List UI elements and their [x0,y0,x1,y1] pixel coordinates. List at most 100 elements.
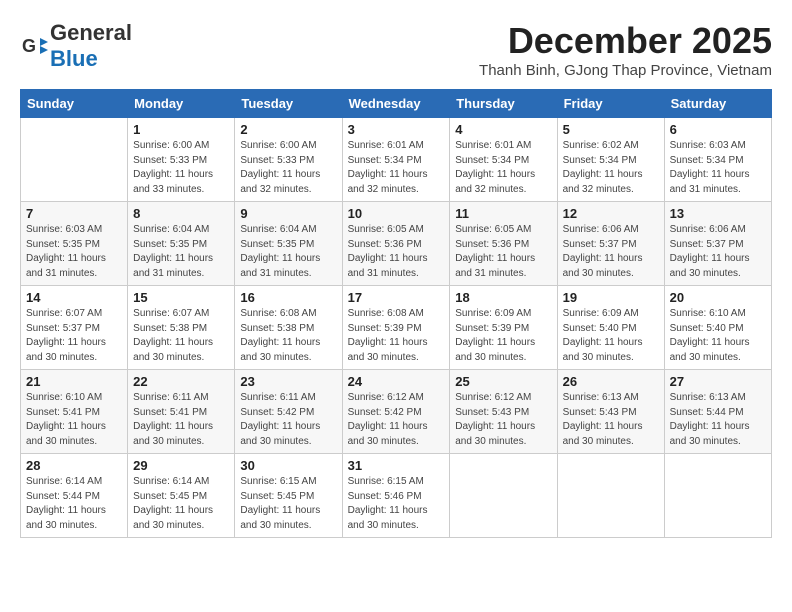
day-info: Sunrise: 6:06 AM Sunset: 5:37 PM Dayligh… [563,223,659,281]
day-number: 11 [455,206,551,221]
calendar-day-cell: 13Sunrise: 6:06 AM Sunset: 5:37 PM Dayli… [664,202,771,286]
calendar-week-row: 14 Sunrise: 6:07 AM Sunset: 5:37 PM Dayli… [21,286,772,370]
svg-text:G: G [22,36,36,56]
calendar-day-cell: 29Sunrise: 6:14 AM Sunset: 5:45 PM Dayli… [128,454,235,538]
day-number: 17 [348,290,445,305]
calendar-header-row: SundayMondayTuesdayWednesdayThursdayFrid… [21,90,772,118]
calendar-body: 1 Sunrise: 6:00 AM Sunset: 5:33 PM Daylig… [21,118,772,538]
day-info: Sunrise: 6:08 AM Sunset: 5:39 PM Dayligh… [348,307,445,365]
calendar-day-cell: 19 Sunrise: 6:09 AM Sunset: 5:40 PM Dayli… [557,286,664,370]
calendar-day-cell: 22 Sunrise: 6:11 AM Sunset: 5:41 PM Dayli… [128,370,235,454]
title-block: December 2025 Thanh Binh, GJong Thap Pro… [479,20,772,79]
calendar-day-cell: 15 Sunrise: 6:07 AM Sunset: 5:38 PM Dayli… [128,286,235,370]
calendar-day-cell: 12 Sunrise: 6:06 AM Sunset: 5:37 PM Dayli… [557,202,664,286]
calendar-day-cell: 4 Sunrise: 6:01 AM Sunset: 5:34 PM Daylig… [450,118,557,202]
page-header: G General Blue December 2025 Thanh Binh,… [20,20,772,79]
day-info: Sunrise: 6:10 AM Sunset: 5:40 PM Dayligh… [670,307,766,365]
day-info: Sunrise: 6:13 AM Sunset: 5:43 PM Dayligh… [563,391,659,449]
calendar-day-cell: 2 Sunrise: 6:00 AM Sunset: 5:33 PM Daylig… [235,118,342,202]
calendar-header-cell: Thursday [450,90,557,118]
calendar-day-cell: 23 Sunrise: 6:11 AM Sunset: 5:42 PM Dayli… [235,370,342,454]
day-info: Sunrise: 6:05 AM Sunset: 5:36 PM Dayligh… [348,223,445,281]
calendar-week-row: 1 Sunrise: 6:00 AM Sunset: 5:33 PM Daylig… [21,118,772,202]
day-number: 22 [133,374,229,389]
calendar-day-cell: 1 Sunrise: 6:00 AM Sunset: 5:33 PM Daylig… [128,118,235,202]
month-title: December 2025 [479,20,772,62]
calendar-day-cell [21,118,128,202]
calendar-day-cell: 18 Sunrise: 6:09 AM Sunset: 5:39 PM Dayli… [450,286,557,370]
day-number: 25 [455,374,551,389]
day-number: 4 [455,122,551,137]
day-info: Sunrise: 6:09 AM Sunset: 5:40 PM Dayligh… [563,307,659,365]
calendar-day-cell: 20 Sunrise: 6:10 AM Sunset: 5:40 PM Dayli… [664,286,771,370]
day-info: Sunrise: 6:14 AM Sunset: 5:45 PM Dayligh… [133,475,229,533]
calendar-day-cell [664,454,771,538]
calendar-table: SundayMondayTuesdayWednesdayThursdayFrid… [20,89,772,538]
day-info: Sunrise: 6:13 AM Sunset: 5:44 PM Dayligh… [670,391,766,449]
calendar-header-cell: Monday [128,90,235,118]
day-number: 2 [240,122,336,137]
calendar-header-cell: Friday [557,90,664,118]
day-info: Sunrise: 6:15 AM Sunset: 5:46 PM Dayligh… [348,475,445,533]
calendar-header-cell: Tuesday [235,90,342,118]
calendar-day-cell: 16 Sunrise: 6:08 AM Sunset: 5:38 PM Dayli… [235,286,342,370]
day-number: 30 [240,458,336,473]
day-info: Sunrise: 6:04 AM Sunset: 5:35 PM Dayligh… [240,223,336,281]
calendar-day-cell: 28 Sunrise: 6:14 AM Sunset: 5:44 PM Dayli… [21,454,128,538]
day-info: Sunrise: 6:08 AM Sunset: 5:38 PM Dayligh… [240,307,336,365]
calendar-day-cell: 27Sunrise: 6:13 AM Sunset: 5:44 PM Dayli… [664,370,771,454]
calendar-day-cell [557,454,664,538]
calendar-day-cell: 8 Sunrise: 6:04 AM Sunset: 5:35 PM Daylig… [128,202,235,286]
day-number: 8 [133,206,229,221]
day-info: Sunrise: 6:09 AM Sunset: 5:39 PM Dayligh… [455,307,551,365]
day-number: 10 [348,206,445,221]
calendar-week-row: 7Sunrise: 6:03 AM Sunset: 5:35 PM Daylig… [21,202,772,286]
logo-blue-text: Blue [50,46,98,71]
calendar-day-cell: 6 Sunrise: 6:03 AM Sunset: 5:34 PM Daylig… [664,118,771,202]
calendar-day-cell: 31Sunrise: 6:15 AM Sunset: 5:46 PM Dayli… [342,454,450,538]
day-info: Sunrise: 6:01 AM Sunset: 5:34 PM Dayligh… [348,139,445,197]
day-number: 15 [133,290,229,305]
logo-general-text: General [50,20,132,45]
calendar-day-cell: 25Sunrise: 6:12 AM Sunset: 5:43 PM Dayli… [450,370,557,454]
day-info: Sunrise: 6:11 AM Sunset: 5:41 PM Dayligh… [133,391,229,449]
day-info: Sunrise: 6:12 AM Sunset: 5:42 PM Dayligh… [348,391,445,449]
day-number: 24 [348,374,445,389]
calendar-header-cell: Saturday [664,90,771,118]
day-info: Sunrise: 6:03 AM Sunset: 5:34 PM Dayligh… [670,139,766,197]
day-info: Sunrise: 6:15 AM Sunset: 5:45 PM Dayligh… [240,475,336,533]
day-info: Sunrise: 6:07 AM Sunset: 5:37 PM Dayligh… [26,307,122,365]
day-number: 16 [240,290,336,305]
calendar-day-cell: 7Sunrise: 6:03 AM Sunset: 5:35 PM Daylig… [21,202,128,286]
day-info: Sunrise: 6:11 AM Sunset: 5:42 PM Dayligh… [240,391,336,449]
day-number: 3 [348,122,445,137]
calendar-day-cell: 9Sunrise: 6:04 AM Sunset: 5:35 PM Daylig… [235,202,342,286]
calendar-day-cell: 5Sunrise: 6:02 AM Sunset: 5:34 PM Daylig… [557,118,664,202]
day-info: Sunrise: 6:00 AM Sunset: 5:33 PM Dayligh… [240,139,336,197]
day-number: 18 [455,290,551,305]
day-number: 13 [670,206,766,221]
calendar-week-row: 21Sunrise: 6:10 AM Sunset: 5:41 PM Dayli… [21,370,772,454]
day-info: Sunrise: 6:01 AM Sunset: 5:34 PM Dayligh… [455,139,551,197]
day-info: Sunrise: 6:04 AM Sunset: 5:35 PM Dayligh… [133,223,229,281]
day-number: 28 [26,458,122,473]
calendar-header-cell: Wednesday [342,90,450,118]
calendar-day-cell: 14 Sunrise: 6:07 AM Sunset: 5:37 PM Dayli… [21,286,128,370]
day-number: 20 [670,290,766,305]
day-number: 23 [240,374,336,389]
calendar-day-cell: 11Sunrise: 6:05 AM Sunset: 5:36 PM Dayli… [450,202,557,286]
day-number: 19 [563,290,659,305]
day-number: 6 [670,122,766,137]
location-title: Thanh Binh, GJong Thap Province, Vietnam [479,62,772,79]
day-number: 21 [26,374,122,389]
logo-icon: G [20,32,48,60]
day-info: Sunrise: 6:00 AM Sunset: 5:33 PM Dayligh… [133,139,229,197]
day-number: 12 [563,206,659,221]
day-number: 14 [26,290,122,305]
calendar-day-cell: 24 Sunrise: 6:12 AM Sunset: 5:42 PM Dayli… [342,370,450,454]
calendar-day-cell: 3 Sunrise: 6:01 AM Sunset: 5:34 PM Daylig… [342,118,450,202]
day-number: 1 [133,122,229,137]
day-info: Sunrise: 6:14 AM Sunset: 5:44 PM Dayligh… [26,475,122,533]
logo: G General Blue [20,20,132,72]
day-info: Sunrise: 6:07 AM Sunset: 5:38 PM Dayligh… [133,307,229,365]
